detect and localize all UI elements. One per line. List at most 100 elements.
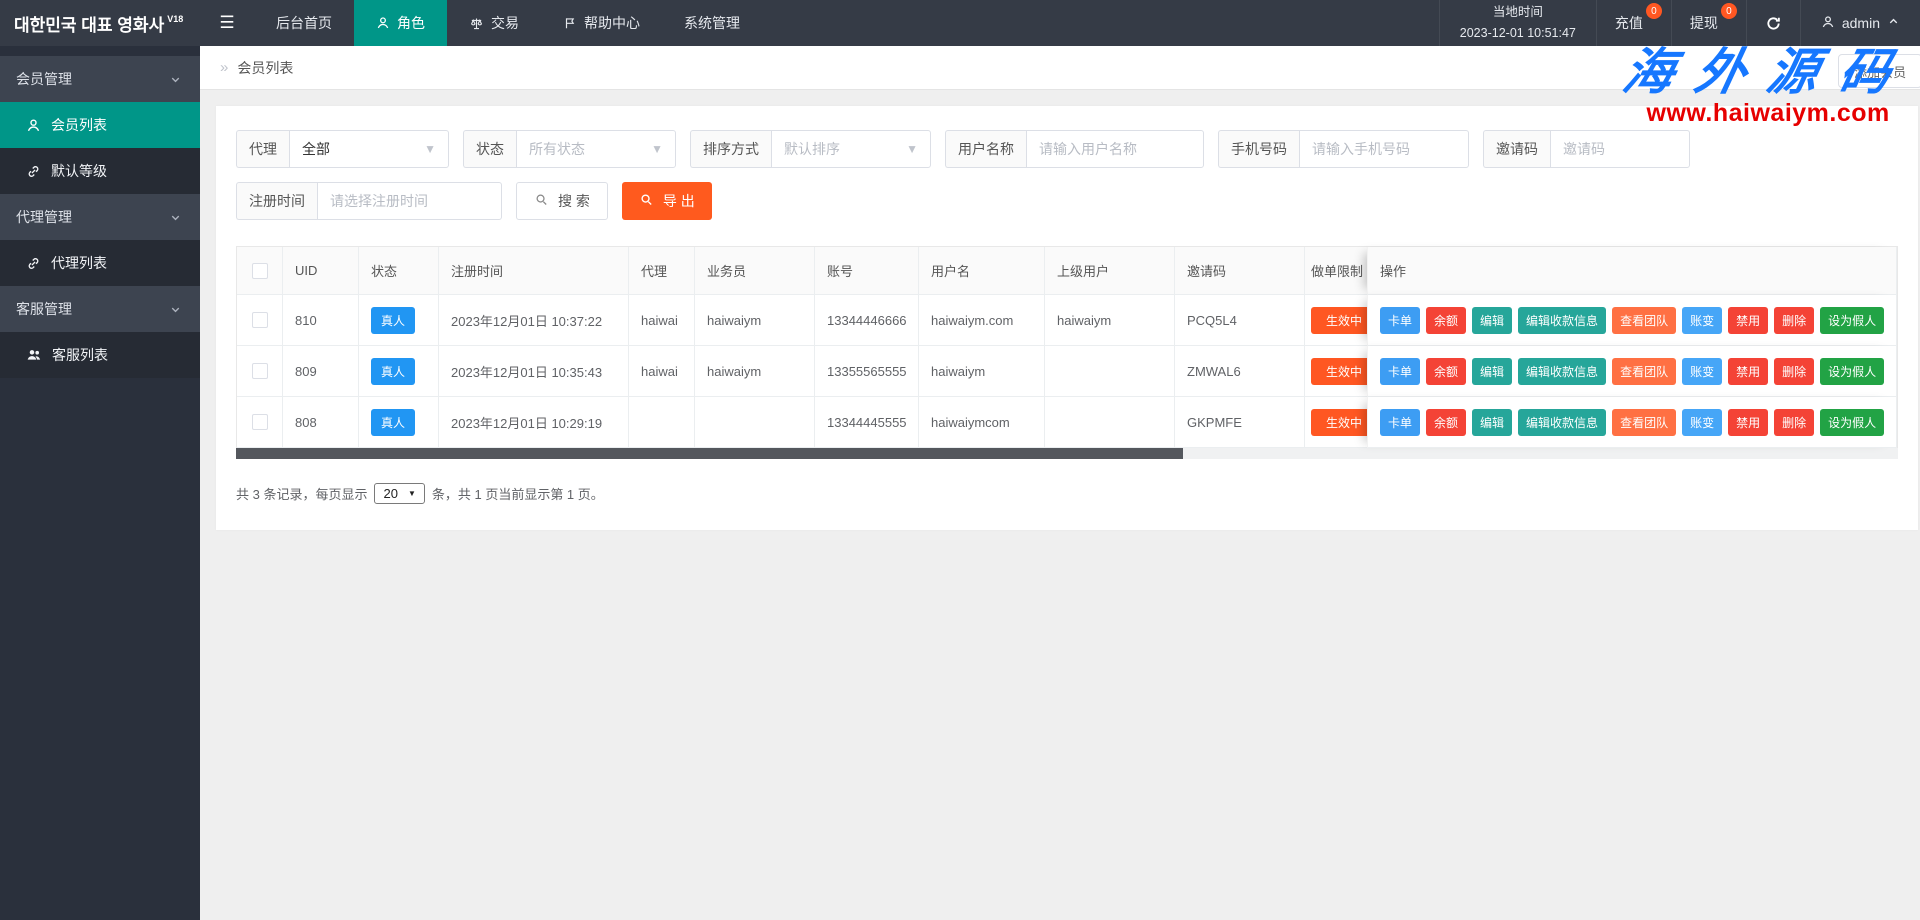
withdraw-button[interactable]: 提现 0	[1671, 0, 1746, 46]
filter-regtime: 注册时间 请选择注册时间	[236, 182, 502, 220]
action-button-balance-change[interactable]: 账变	[1682, 358, 1722, 385]
regtime-input[interactable]: 请选择注册时间	[317, 182, 502, 220]
user-menu[interactable]: admin	[1800, 0, 1920, 46]
sidebar-item-service-list[interactable]: 客服列表	[0, 332, 200, 378]
username-input[interactable]: 请输入用户名称	[1026, 130, 1204, 168]
nav-item-label: 帮助中心	[584, 13, 640, 33]
scale-icon	[469, 16, 484, 31]
nav-item-dashboard[interactable]: 后台首页	[254, 0, 354, 46]
hamburger-icon[interactable]: ☰	[200, 0, 254, 46]
account-cell: 13344445555	[815, 397, 919, 448]
search-button[interactable]: 搜 索	[516, 182, 608, 220]
action-button-delete[interactable]: 删除	[1774, 307, 1814, 334]
select-all-checkbox[interactable]	[252, 263, 268, 279]
add-member-button[interactable]: 添加会员	[1838, 54, 1920, 88]
chevron-up-icon	[1887, 15, 1900, 31]
action-button-card-order[interactable]: 卡单	[1380, 307, 1420, 334]
recharge-label: 充值	[1615, 13, 1643, 33]
chevron-down-icon: ▼	[424, 142, 436, 156]
nav-item-roles[interactable]: 角色	[354, 0, 447, 46]
action-button-balance[interactable]: 余额	[1426, 307, 1466, 334]
member-list-card: 代理 全部 ▼ 状态 所有状态 ▼ 排序方式	[216, 106, 1918, 530]
limit-status-button[interactable]: 生效中	[1311, 358, 1367, 385]
actions-cell: 卡单余额编辑编辑收款信息查看团队账变禁用删除设为假人	[1367, 295, 1897, 346]
agent-select[interactable]: 全部 ▼	[289, 130, 449, 168]
chevron-down-icon	[169, 73, 182, 86]
parent-user-cell: haiwaiym	[1045, 295, 1175, 346]
sidebar-group-agent-mgmt[interactable]: 代理管理	[0, 194, 200, 240]
action-button-edit-payment-info[interactable]: 编辑收款信息	[1518, 358, 1606, 385]
action-button-edit[interactable]: 编辑	[1472, 358, 1512, 385]
header-parent-user: 上级用户	[1045, 247, 1175, 295]
sidebar-item-label: 默认等级	[51, 161, 107, 181]
action-button-view-team[interactable]: 查看团队	[1612, 409, 1676, 436]
filter-username-label: 用户名称	[945, 130, 1026, 168]
nav-item-trade[interactable]: 交易	[447, 0, 541, 46]
status-select[interactable]: 所有状态 ▼	[516, 130, 676, 168]
sidebar-item-member-list[interactable]: 会员列表	[0, 102, 200, 148]
action-button-balance-change[interactable]: 账变	[1682, 409, 1722, 436]
recharge-button[interactable]: 充值 0	[1596, 0, 1671, 46]
nav-item-system-mgmt[interactable]: 系统管理	[662, 0, 762, 46]
header-checkbox-cell	[237, 247, 283, 295]
sidebar-group-label: 客服管理	[16, 299, 72, 319]
row-checkbox[interactable]	[252, 414, 268, 430]
navbar-right: 当地时间 2023-12-01 10:51:47 充值 0 提现 0 admin	[1439, 0, 1920, 46]
action-button-card-order[interactable]: 卡单	[1380, 358, 1420, 385]
row-checkbox[interactable]	[252, 312, 268, 328]
phone-input[interactable]: 请输入手机号码	[1299, 130, 1469, 168]
row-checkbox[interactable]	[252, 363, 268, 379]
person-icon	[376, 16, 390, 30]
limit-cell: 生效中	[1305, 295, 1367, 346]
action-button-disable[interactable]: 禁用	[1728, 307, 1768, 334]
action-button-view-team[interactable]: 查看团队	[1612, 358, 1676, 385]
action-button-card-order[interactable]: 卡单	[1380, 409, 1420, 436]
withdraw-label: 提现	[1690, 13, 1718, 33]
action-button-balance[interactable]: 余额	[1426, 409, 1466, 436]
scrollbar-thumb[interactable]	[236, 448, 1183, 459]
limit-cell: 生效中	[1305, 346, 1367, 397]
search-icon	[639, 192, 654, 210]
action-button-disable[interactable]: 禁用	[1728, 358, 1768, 385]
filter-row-1: 代理 全部 ▼ 状态 所有状态 ▼ 排序方式	[236, 130, 1898, 168]
action-button-edit[interactable]: 编辑	[1472, 307, 1512, 334]
limit-status-button[interactable]: 生效中	[1311, 409, 1367, 436]
sidebar-group-service-mgmt[interactable]: 客服管理	[0, 286, 200, 332]
action-button-delete[interactable]: 删除	[1774, 409, 1814, 436]
sidebar: 会员管理 会员列表 默认等级 代理管理 代理列表 客服管理 客服列表	[0, 46, 200, 920]
action-button-delete[interactable]: 删除	[1774, 358, 1814, 385]
sidebar-item-agent-list[interactable]: 代理列表	[0, 240, 200, 286]
nav-item-label: 角色	[397, 13, 425, 33]
sidebar-group-member-mgmt[interactable]: 会员管理	[0, 56, 200, 102]
sidebar-item-label: 代理列表	[51, 253, 107, 273]
uid-cell: 810	[283, 295, 359, 346]
breadcrumb-arrow-icon: »	[220, 59, 228, 76]
username-cell: haiwaiym	[919, 346, 1045, 397]
action-button-view-team[interactable]: 查看团队	[1612, 307, 1676, 334]
salesman-cell	[695, 397, 815, 448]
action-button-balance[interactable]: 余额	[1426, 358, 1466, 385]
action-button-edit-payment-info[interactable]: 编辑收款信息	[1518, 409, 1606, 436]
action-button-edit-payment-info[interactable]: 编辑收款信息	[1518, 307, 1606, 334]
action-button-disable[interactable]: 禁用	[1728, 409, 1768, 436]
filter-phone-label: 手机号码	[1218, 130, 1299, 168]
page-size-value: 20	[383, 486, 397, 501]
action-button-edit[interactable]: 编辑	[1472, 409, 1512, 436]
action-button-set-fake[interactable]: 设为假人	[1820, 307, 1884, 334]
sort-select[interactable]: 默认排序 ▼	[771, 130, 931, 168]
nav-item-help-center[interactable]: 帮助中心	[541, 0, 662, 46]
person-icon	[1821, 15, 1835, 32]
actions-cell: 卡单余额编辑编辑收款信息查看团队账变禁用删除设为假人	[1367, 346, 1897, 397]
limit-cell: 生效中	[1305, 397, 1367, 448]
invite-code-input[interactable]: 邀请码	[1550, 130, 1690, 168]
action-button-set-fake[interactable]: 设为假人	[1820, 409, 1884, 436]
username-label: admin	[1842, 15, 1880, 31]
page-size-select[interactable]: 20 ▼	[374, 483, 424, 504]
export-button[interactable]: 导 出	[622, 182, 712, 220]
limit-status-button[interactable]: 生效中	[1311, 307, 1367, 334]
filter-status-label: 状态	[463, 130, 516, 168]
sidebar-item-default-level[interactable]: 默认等级	[0, 148, 200, 194]
action-button-balance-change[interactable]: 账变	[1682, 307, 1722, 334]
action-button-set-fake[interactable]: 设为假人	[1820, 358, 1884, 385]
refresh-icon[interactable]	[1746, 0, 1800, 46]
